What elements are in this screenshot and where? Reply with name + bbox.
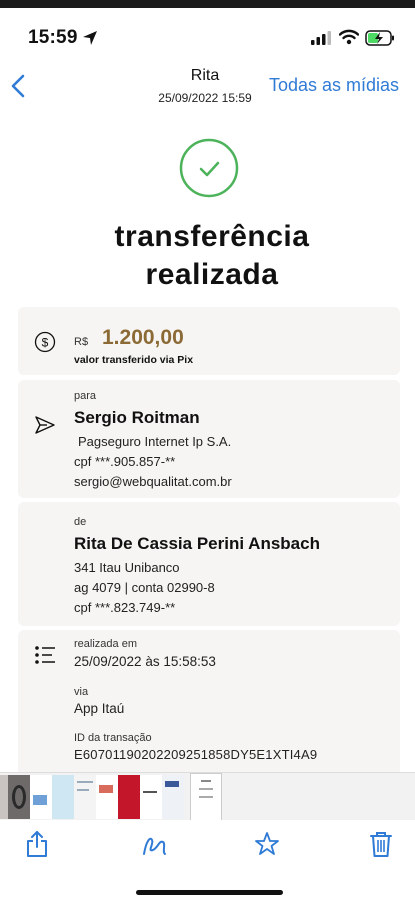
success-check-icon bbox=[179, 138, 239, 198]
thumbnail-text-line bbox=[77, 789, 89, 791]
home-indicator bbox=[136, 890, 283, 895]
media-thumbnail[interactable] bbox=[118, 775, 140, 819]
recipient-email: sergio@webqualitat.com.br bbox=[74, 474, 232, 489]
top-edge bbox=[0, 0, 415, 8]
via-label: via bbox=[74, 686, 89, 698]
send-arrow-icon bbox=[35, 416, 55, 434]
transaction-id-value: E60701190202209251858DY5E1XTI4A9 bbox=[74, 747, 318, 762]
date-label: realizada em bbox=[74, 638, 137, 650]
favorite-star-icon[interactable] bbox=[254, 830, 280, 858]
recipient-label: para bbox=[74, 390, 97, 402]
thumbnail-text-line bbox=[199, 788, 213, 790]
transfer-amount: 1.200,00 bbox=[102, 326, 184, 349]
amount-caption: valor transferido via Pix bbox=[74, 354, 194, 366]
sender-bank: 341 Itau Unibanco bbox=[74, 560, 180, 575]
thumbnail-doc-block bbox=[33, 795, 47, 805]
recipient-bank: Pagseguro Internet Ip S.A. bbox=[78, 434, 232, 449]
status-bar: 15:59 bbox=[0, 0, 415, 58]
all-media-button[interactable]: Todas as mídias bbox=[269, 75, 399, 96]
date-value: 25/09/2022 às 15:58:53 bbox=[74, 654, 216, 669]
location-arrow-icon bbox=[83, 31, 97, 45]
media-thumbnail[interactable] bbox=[162, 775, 184, 819]
headline-line-2: realizada bbox=[145, 258, 279, 291]
recipient-card: para Sergio Roitman Pagseguro Internet I… bbox=[18, 380, 400, 498]
recipient-name: Sergio Roitman bbox=[74, 408, 200, 427]
amount-card: $ R$ 1.200,00 valor transferido via Pix bbox=[18, 307, 400, 375]
navigation-bar: Rita 25/09/2022 15:59 Todas as mídias bbox=[0, 58, 415, 110]
list-details-icon bbox=[35, 646, 55, 664]
thumbnail-doc-block bbox=[99, 785, 113, 793]
media-thumbnail[interactable] bbox=[8, 775, 30, 819]
media-thumbnail[interactable] bbox=[52, 775, 74, 819]
battery-charging-icon bbox=[365, 30, 394, 46]
thumbnail-text-line bbox=[77, 781, 93, 783]
cellular-signal-icon bbox=[311, 31, 331, 45]
thumbnail-doc-block bbox=[165, 781, 179, 787]
media-timestamp: 25/09/2022 15:59 bbox=[158, 91, 252, 105]
money-coin-icon: $ bbox=[34, 331, 56, 353]
recipient-cpf: cpf ***.905.857-** bbox=[74, 454, 176, 469]
media-thumbnail[interactable] bbox=[96, 775, 118, 819]
status-time: 15:59 bbox=[28, 27, 78, 48]
trash-icon[interactable] bbox=[368, 830, 394, 858]
sender-card: de Rita De Cassia Perini Ansbach 341 Ita… bbox=[18, 502, 400, 626]
pix-receipt: transferência realizada $ R$ 1.200,00 va… bbox=[4, 110, 412, 772]
thumbnail-text-line bbox=[143, 791, 157, 793]
back-chevron-icon[interactable] bbox=[10, 74, 26, 98]
sender-name: Rita De Cassia Perini Ansbach bbox=[74, 534, 320, 553]
contact-title: Rita bbox=[190, 67, 220, 84]
media-thumbnail[interactable] bbox=[30, 775, 52, 819]
markup-icon[interactable] bbox=[141, 830, 167, 858]
media-thumbnail-strip[interactable] bbox=[0, 772, 415, 821]
media-thumbnail[interactable] bbox=[140, 775, 162, 819]
details-card: realizada em 25/09/2022 às 15:58:53 via … bbox=[18, 630, 400, 772]
currency-symbol: R$ bbox=[74, 336, 89, 348]
sender-cpf: cpf ***.823.749-** bbox=[74, 600, 176, 615]
bottom-toolbar bbox=[0, 820, 415, 904]
sender-account: ag 4079 | conta 02990-8 bbox=[74, 580, 215, 595]
svg-text:$: $ bbox=[42, 336, 49, 350]
headline-line-1: transferência bbox=[114, 220, 310, 253]
receipt-headline: transferência realizada bbox=[24, 218, 400, 294]
share-icon[interactable] bbox=[24, 830, 50, 858]
sender-label: de bbox=[74, 516, 87, 528]
thumbnail-text-line bbox=[199, 796, 213, 798]
via-value: App Itaú bbox=[74, 701, 125, 716]
transaction-id-label: ID da transação bbox=[74, 732, 152, 744]
media-thumbnail[interactable] bbox=[0, 775, 8, 819]
thumbnail-text-line bbox=[201, 780, 211, 782]
thumbnail-photo-shape bbox=[12, 785, 26, 809]
wifi-icon bbox=[339, 29, 359, 45]
media-thumbnail-current[interactable] bbox=[190, 773, 222, 821]
image-viewer[interactable]: transferência realizada $ R$ 1.200,00 va… bbox=[0, 110, 415, 772]
media-thumbnail[interactable] bbox=[74, 775, 96, 819]
